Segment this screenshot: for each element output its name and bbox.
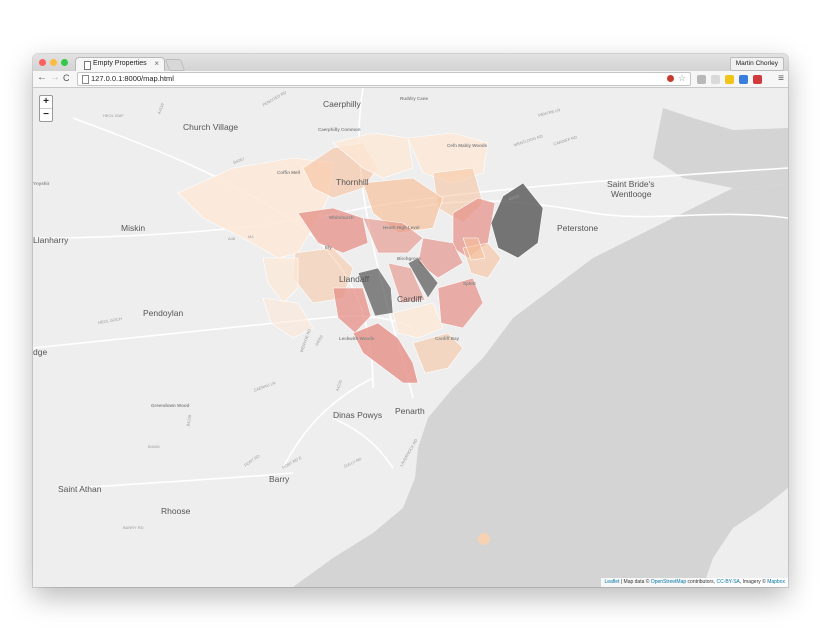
openstreetmap-link[interactable]: OpenStreetMap [651, 579, 686, 585]
place-heath-high-level: Heath High Level [383, 225, 420, 230]
flat-holm-island [478, 533, 490, 545]
zoom-control: + − [39, 95, 53, 122]
place-wentlooge: Wentlooge [611, 189, 652, 199]
maximize-window-button[interactable] [61, 59, 68, 66]
place-penarth: Penarth [395, 406, 425, 416]
place-saint-brides: Saint Bride's [607, 179, 655, 189]
extension-red-icon[interactable] [753, 75, 762, 84]
place-greendown-wood: Greendown Wood [151, 403, 190, 408]
attribution-contributors: contributors, [686, 579, 717, 585]
tab-empty-properties[interactable]: Empty Properties × [75, 57, 165, 72]
place-church-village: Church Village [183, 122, 239, 132]
zoom-in-button[interactable]: + [40, 96, 52, 109]
road-label: B4265 [148, 444, 160, 449]
place-ynyshir: Ynyshir [33, 181, 50, 186]
map-attribution: Leaflet | Map data © OpenStreetMap contr… [601, 578, 788, 587]
place-cardiff-bay: Cardiff Bay [435, 336, 460, 341]
page-icon [82, 75, 89, 84]
place-splott: Splott [463, 281, 476, 286]
place-ely: Ely [325, 245, 332, 250]
place-thornhill: Thornhill [336, 177, 369, 187]
place-barry: Barry [269, 474, 290, 484]
place-saint-athan: Saint Athan [58, 484, 102, 494]
road-label: HEOL ISAF [103, 113, 124, 118]
place-rhoose: Rhoose [161, 506, 191, 516]
extension-cast-icon[interactable] [711, 75, 720, 84]
map-canvas[interactable] [33, 88, 788, 587]
minimize-window-button[interactable] [50, 59, 57, 66]
close-window-button[interactable] [39, 59, 46, 66]
attribution-text: | Map data © [619, 579, 651, 585]
place-llandaff: Llandaff [339, 274, 370, 284]
road-label: BARRY RD [123, 525, 144, 530]
forward-button[interactable]: → [50, 72, 60, 83]
extension-sticky-icon[interactable] [725, 75, 734, 84]
place-whitchurch: Whitchurch [329, 215, 354, 220]
menu-icon[interactable]: ≡ [778, 73, 784, 84]
reload-button[interactable]: C [63, 73, 70, 83]
profile-button[interactable]: Martin Chorley [729, 57, 784, 71]
new-tab-button[interactable] [164, 59, 186, 71]
place-cefn-mably-woods: Cefn Mably Woods [447, 143, 488, 148]
road-label: M4 [248, 234, 254, 239]
mapbox-link[interactable]: Mapbox [767, 579, 785, 585]
tab-close-icon[interactable]: × [154, 59, 159, 68]
place-leckwith-woods: Leckwith Woods [339, 336, 375, 341]
page-icon [84, 61, 91, 70]
place-miskin: Miskin [121, 223, 146, 233]
place-birchgrove: Birchgrove [397, 256, 421, 261]
place-dge: dge [33, 347, 48, 357]
place-llanharry: Llanharry [33, 235, 69, 245]
place-ruddry-cane: Ruddry Cane [400, 96, 429, 101]
address-bar[interactable]: 127.0.0.1:8000/map.html ☆ [77, 72, 691, 86]
place-cardiff: Cardiff [397, 294, 422, 304]
extension-abp-icon[interactable] [697, 75, 706, 84]
road-label: A48 [228, 236, 236, 241]
extension-dropbox-icon[interactable] [739, 75, 748, 84]
place-caerphilly-common: Caerphilly Common [318, 127, 361, 132]
browser-window: Empty Properties × Martin Chorley ← → C … [33, 54, 788, 587]
zoom-out-button[interactable]: − [40, 109, 52, 121]
block-icon[interactable] [667, 75, 674, 82]
place-pendoylan: Pendoylan [143, 308, 184, 318]
url-text[interactable]: 127.0.0.1:8000/map.html [91, 74, 174, 83]
tab-bar: Empty Properties × Martin Chorley [33, 54, 788, 72]
attribution-imagery: , Imagery © [739, 579, 768, 585]
map-viewport[interactable]: + − Caerphilly Church Village Miskin Lla… [33, 88, 788, 587]
leaflet-link[interactable]: Leaflet [604, 579, 619, 585]
back-button[interactable]: ← [37, 72, 47, 83]
bookmark-star-icon[interactable]: ☆ [678, 73, 686, 84]
place-peterstone: Peterstone [557, 223, 599, 233]
place-coffin-mell: Coffin Mell [277, 170, 300, 175]
cc-by-sa-link[interactable]: CC-BY-SA [716, 579, 739, 585]
place-caerphilly: Caerphilly [323, 99, 361, 109]
place-dinas-powys: Dinas Powys [333, 410, 383, 420]
tab-title: Empty Properties [93, 60, 147, 67]
browser-toolbar: ← → C 127.0.0.1:8000/map.html ☆ ≡ [33, 71, 788, 88]
